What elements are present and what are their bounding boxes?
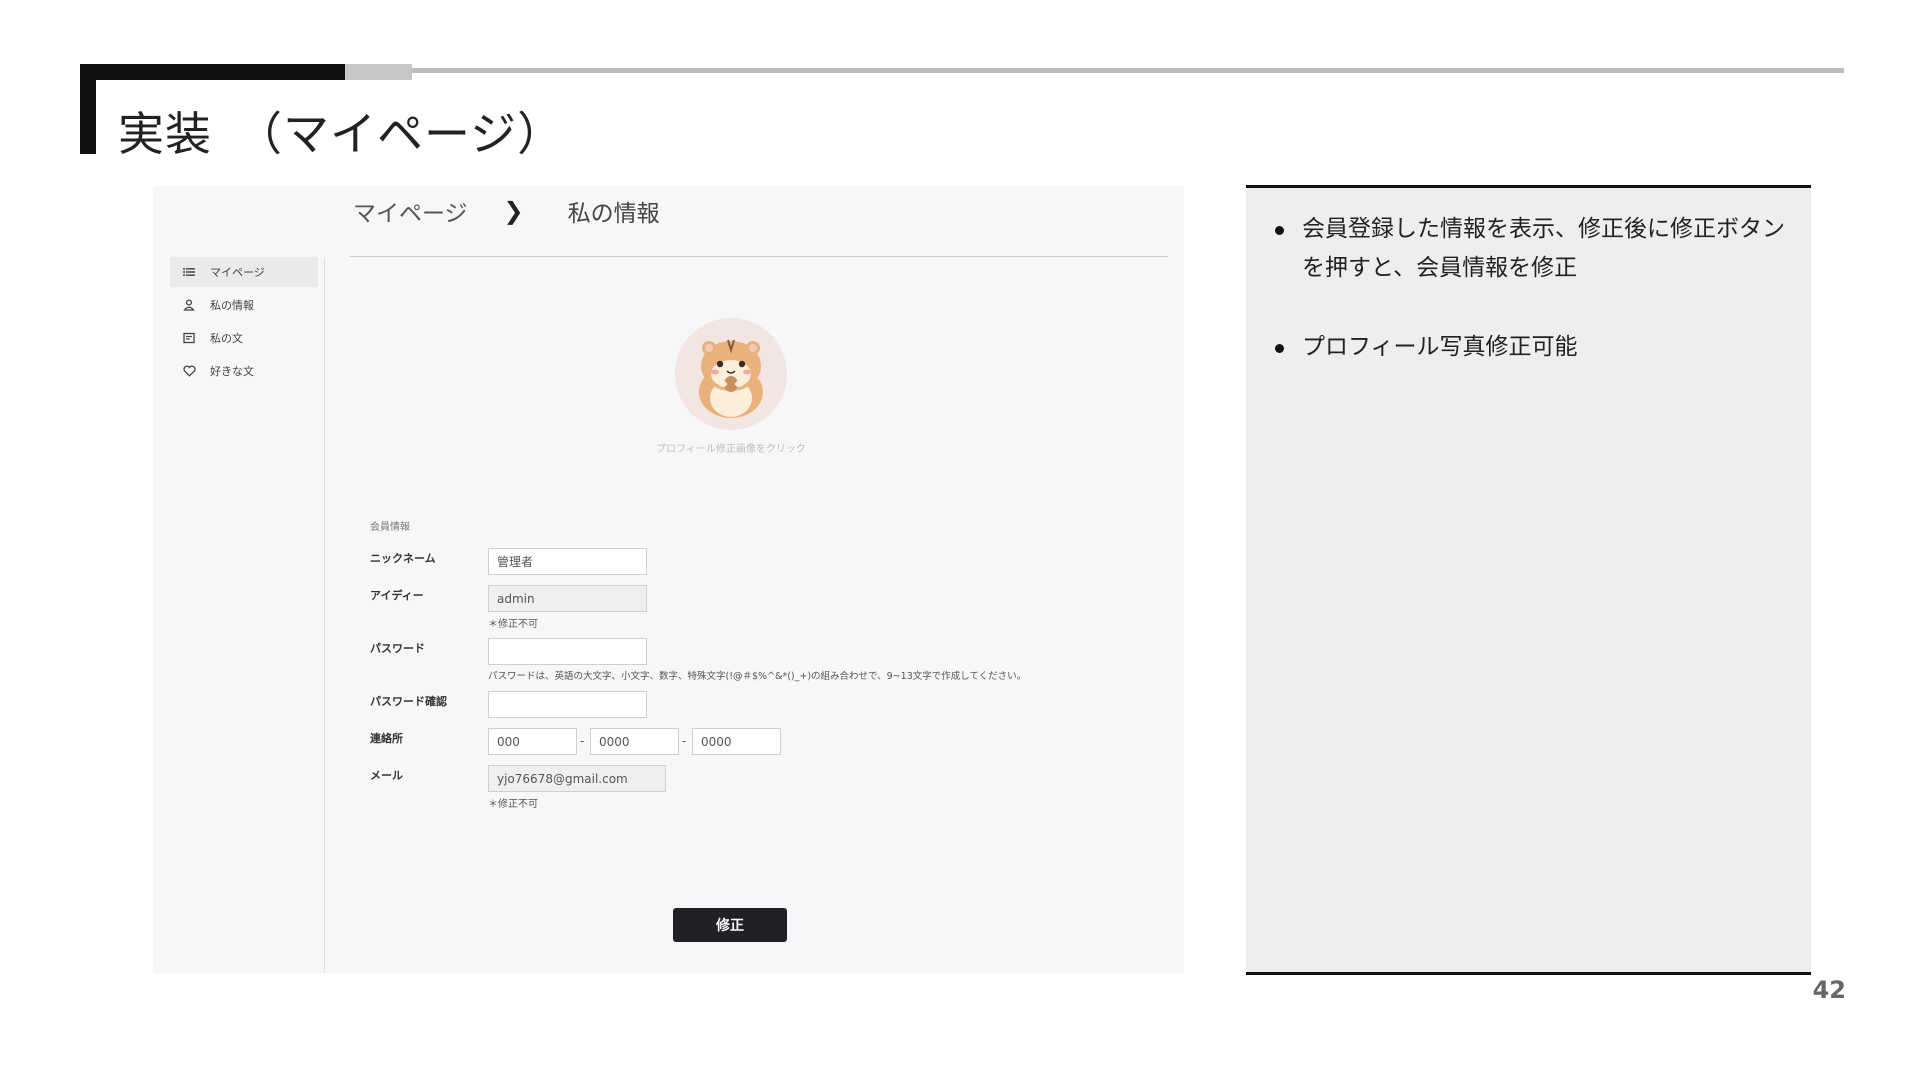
- email-note: ＊修正不可: [488, 799, 538, 810]
- note-item: プロフィール写真修正可能: [1275, 328, 1787, 367]
- header-bar-dark: [80, 64, 345, 80]
- password-hint: パスワードは、英語の大文字、小文字、数字、特殊文字(!@＃$%^&*()_+)の…: [488, 671, 1027, 682]
- note-item: 会員登録した情報を表示、修正後に修正ボタンを押すと、会員情報を修正: [1275, 210, 1787, 288]
- password-label: パスワード: [370, 642, 425, 655]
- phone-separator: -: [580, 734, 585, 748]
- nickname-label: ニックネーム: [370, 552, 436, 565]
- list-icon: [182, 265, 196, 279]
- user-icon: [182, 298, 196, 312]
- chevron-right-icon: ❯: [503, 197, 524, 225]
- phone-input-2[interactable]: 0000: [590, 728, 679, 755]
- section-label: 会員情報: [370, 522, 410, 533]
- nickname-input[interactable]: 管理者: [488, 548, 647, 575]
- user-id-label: アイディー: [370, 589, 424, 602]
- sidebar-item-label: 好きな文: [210, 365, 254, 378]
- phone-input-3[interactable]: 0000: [692, 728, 781, 755]
- heart-icon: [182, 364, 196, 378]
- title-accent-bar: [80, 80, 96, 154]
- phone-separator: -: [682, 734, 687, 748]
- breadcrumb: マイページ ❯ 私の情報: [353, 194, 660, 228]
- sidebar-item-my-info[interactable]: 私の情報: [170, 290, 318, 320]
- user-id-note: ＊修正不可: [488, 619, 538, 630]
- sidebar-item-label: 私の情報: [210, 299, 254, 312]
- breadcrumb-divider: [349, 256, 1168, 257]
- notes-list: 会員登録した情報を表示、修正後に修正ボタンを押すと、会員情報を修正 プロフィール…: [1246, 188, 1811, 367]
- hamster-avatar-icon[interactable]: [675, 318, 787, 430]
- password-confirm-label: パスワード確認: [370, 695, 447, 708]
- sidebar-item-label: マイページ: [210, 266, 265, 279]
- header-bar-light: [345, 64, 412, 80]
- avatar-caption: プロフィール修正画像をクリック: [656, 444, 806, 455]
- password-confirm-input[interactable]: [488, 691, 647, 718]
- phone-label: 連絡所: [370, 732, 403, 745]
- sidebar-item-my-posts[interactable]: 私の文: [170, 323, 318, 353]
- phone-input-1[interactable]: 000: [488, 728, 577, 755]
- mypage-screenshot: マイページ ❯ 私の情報 マイページ 私の情報 私の文 好きな文 プロフィール修…: [153, 186, 1184, 973]
- breadcrumb-current: 私の情報: [567, 201, 660, 227]
- breadcrumb-parent[interactable]: マイページ: [353, 194, 468, 228]
- email-input: yjo76678@gmail.com: [488, 765, 666, 792]
- notes-panel: 会員登録した情報を表示、修正後に修正ボタンを押すと、会員情報を修正 プロフィール…: [1246, 185, 1811, 975]
- page-number: 42: [1812, 976, 1846, 1004]
- sidebar-item-label: 私の文: [210, 332, 243, 345]
- email-label: メール: [370, 769, 403, 782]
- sidebar-item-favorites[interactable]: 好きな文: [170, 356, 318, 386]
- submit-button[interactable]: 修正: [673, 908, 787, 942]
- user-id-input: admin: [488, 585, 647, 612]
- note-icon: [182, 331, 196, 345]
- sidebar: マイページ 私の情報 私の文 好きな文: [170, 257, 318, 389]
- slide-title: 実装 （マイページ）: [118, 107, 565, 161]
- sidebar-item-mypage[interactable]: マイページ: [170, 257, 318, 287]
- header-rule: [412, 68, 1844, 73]
- password-input[interactable]: [488, 638, 647, 665]
- sidebar-divider: [324, 258, 325, 973]
